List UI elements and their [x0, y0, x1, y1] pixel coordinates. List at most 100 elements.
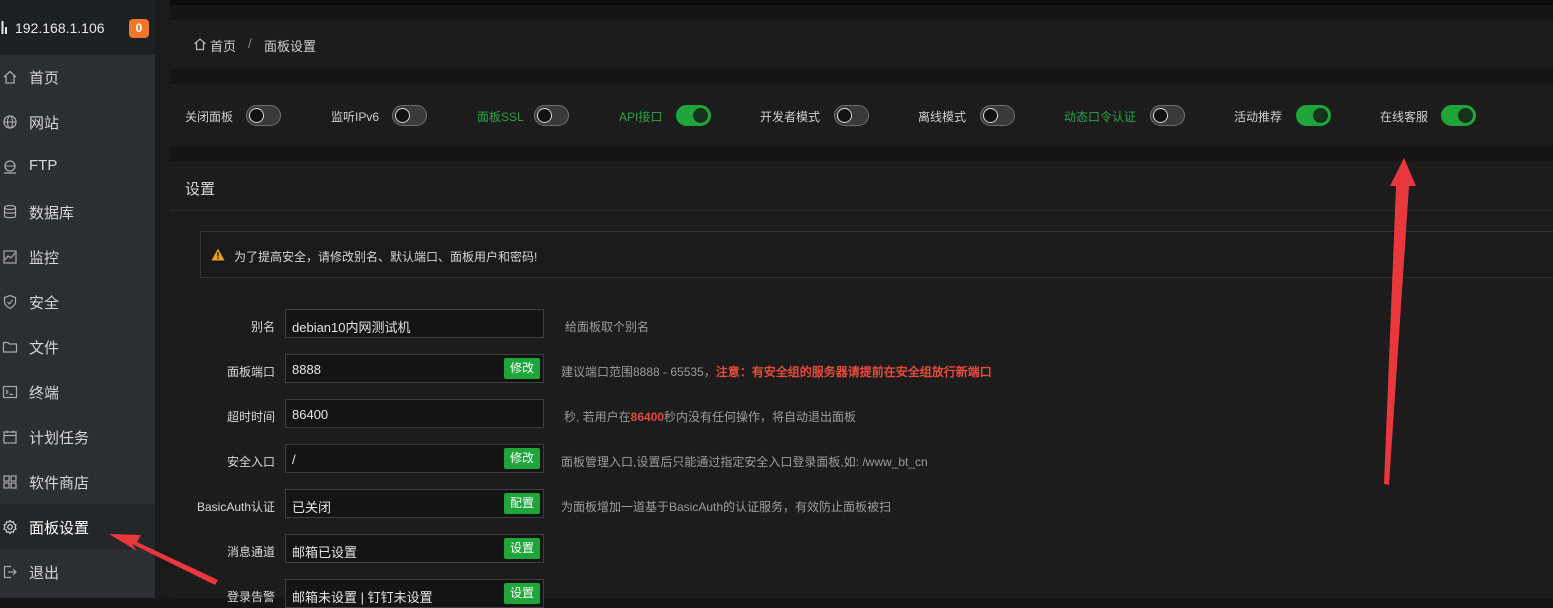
timeout-hint-post: 秒内没有任何操作，将自动退出面板: [664, 410, 857, 424]
message-channel-value: 邮箱已设置: [292, 545, 358, 560]
port-field[interactable]: 8888 修改: [285, 354, 544, 383]
port-modify-button[interactable]: 修改: [503, 358, 540, 379]
gear-icon: [3, 519, 17, 535]
server-bars-icon: [1, 21, 7, 34]
switch-label-online-support: 在线客服: [1380, 110, 1429, 124]
sidebar-item-label: 网站: [29, 115, 60, 132]
switch-label-api[interactable]: API接口: [619, 108, 662, 125]
toggle-dev-mode[interactable]: [834, 105, 869, 126]
switch-label-ipv6: 监听IPv6: [331, 110, 380, 124]
toggle-close-panel[interactable]: [246, 105, 281, 126]
login-alert-field[interactable]: 邮箱未设置 | 钉钉未设置 设置: [285, 579, 544, 608]
alert-message: 为了提高安全，请修改别名、默认端口、面板用户和密码!: [234, 250, 538, 264]
switch-label-dev-mode: 开发者模式: [760, 110, 821, 124]
sidebar-item-store[interactable]: 软件商店: [0, 459, 155, 504]
alias-value: debian10内网测试机: [292, 320, 411, 335]
sidebar-item-label: 数据库: [29, 205, 75, 222]
entry-hint: 面板管理入口,设置后只能通过指定安全入口登录面板,如: /www_bt_cn: [561, 455, 928, 469]
ftp-icon: [4, 160, 16, 174]
switch-label-ssl[interactable]: 面板SSL: [477, 108, 524, 125]
sidebar-item-label: 首页: [29, 70, 60, 87]
sidebar-item-label: 安全: [29, 295, 60, 312]
timeout-hint-pre: 秒, 若用户在: [564, 410, 631, 424]
sidebar-item-files[interactable]: 文件: [0, 324, 155, 369]
switch-label-offline: 离线模式: [918, 110, 967, 124]
basicauth-field[interactable]: 已关闭 配置: [285, 489, 544, 518]
switch-label-2fa[interactable]: 动态口令认证: [1064, 108, 1136, 125]
toggle-ipv6[interactable]: [392, 105, 427, 126]
port-hint-text: 建议端口范围8888 - 65535，: [561, 365, 716, 379]
breadcrumb-current: 面板设置: [264, 39, 317, 54]
sidebar-item-security[interactable]: 安全: [0, 279, 155, 324]
folder-icon: [2, 341, 18, 353]
timeout-value: 86400: [292, 407, 329, 422]
sidebar-item-label: 监控: [29, 250, 60, 267]
port-value: 8888: [292, 362, 321, 377]
database-icon: [3, 204, 17, 219]
breadcrumb: 首页 / 面板设置: [170, 20, 1553, 69]
sidebar-item-terminal[interactable]: 终端: [0, 369, 155, 414]
timeout-label: 超时时间: [226, 410, 275, 424]
home-icon: [3, 70, 17, 84]
entry-modify-button[interactable]: 修改: [503, 448, 540, 469]
sidebar-item-label: 计划任务: [29, 430, 90, 447]
toggle-api[interactable]: [676, 105, 711, 126]
logout-icon: [3, 565, 17, 579]
login-alert-label: 登录告警: [226, 590, 275, 604]
sidebar-item-cron[interactable]: 计划任务: [0, 414, 155, 459]
timeout-hint-value: 86400: [630, 410, 665, 424]
breadcrumb-separator: /: [248, 36, 252, 51]
divider: [170, 210, 1553, 211]
timeout-field[interactable]: 86400: [285, 399, 544, 428]
sidebar-item-label: 终端: [29, 385, 60, 402]
settings-title: 设置: [185, 181, 216, 198]
breadcrumb-home-link[interactable]: 首页: [210, 36, 236, 55]
globe-icon: [3, 115, 17, 129]
settings-panel: 设置 为了提高安全，请修改别名、默认端口、面板用户和密码! 别名 debian1…: [170, 161, 1553, 608]
entry-label: 安全入口: [226, 455, 275, 469]
alias-label: 别名: [250, 320, 275, 334]
toggle-ssl[interactable]: [534, 105, 569, 126]
terminal-icon: [2, 385, 18, 399]
sidebar-item-label: 面板设置: [29, 520, 90, 537]
sidebar-gutter: [155, 0, 170, 598]
sidebar-item-website[interactable]: 网站: [0, 99, 155, 144]
sidebar-item-home[interactable]: 首页: [0, 54, 155, 99]
entry-value: /: [292, 452, 296, 467]
monitor-icon: [3, 250, 17, 264]
home-icon[interactable]: [193, 37, 207, 51]
security-alert: 为了提高安全，请修改别名、默认端口、面板用户和密码!: [200, 231, 1553, 278]
toggle-2fa[interactable]: [1150, 105, 1185, 126]
toggle-offline[interactable]: [980, 105, 1015, 126]
sidebar-item-label: 软件商店: [29, 475, 90, 492]
port-hint: 建议端口范围8888 - 65535，注意：有安全组的服务器请提前在安全组放行新…: [561, 363, 992, 380]
sidebar-item-label: 文件: [29, 340, 60, 357]
message-channel-label: 消息通道: [226, 545, 275, 559]
sidebar-item-database[interactable]: 数据库: [0, 189, 155, 234]
server-header[interactable]: 192.168.1.106 0: [0, 0, 155, 55]
notification-badge[interactable]: 0: [129, 19, 149, 38]
top-strip: [170, 0, 1553, 5]
toggle-promotion[interactable]: [1296, 105, 1331, 126]
alias-field[interactable]: debian10内网测试机: [285, 309, 544, 338]
sidebar-item-monitor[interactable]: 监控: [0, 234, 155, 279]
switch-label-promotion: 活动推荐: [1234, 110, 1283, 124]
sidebar: 192.168.1.106 0 首页 网站 FTP 数据库 监控 安全 文件 终…: [0, 0, 155, 598]
basicauth-label: BasicAuth认证: [196, 500, 275, 514]
toggle-online-support[interactable]: [1441, 105, 1476, 126]
message-channel-setup-button[interactable]: 设置: [503, 538, 540, 559]
entry-field[interactable]: / 修改: [285, 444, 544, 473]
sidebar-item-ftp[interactable]: FTP: [0, 144, 155, 189]
basicauth-value: 已关闭: [292, 500, 332, 515]
warning-icon: [211, 248, 225, 261]
message-channel-field[interactable]: 邮箱已设置 设置: [285, 534, 544, 563]
sidebar-item-logout[interactable]: 退出: [0, 549, 155, 594]
switch-bar: 关闭面板 监听IPv6 面板SSL API接口 开发者模式 离线模式 动态口令认…: [170, 84, 1553, 146]
basicauth-hint: 为面板增加一道基于BasicAuth的认证服务，有效防止面板被扫: [561, 500, 892, 514]
login-alert-value: 邮箱未设置 | 钉钉未设置: [292, 590, 433, 605]
sidebar-item-panel-settings[interactable]: 面板设置: [0, 504, 155, 549]
login-alert-setup-button[interactable]: 设置: [503, 583, 540, 604]
basicauth-config-button[interactable]: 配置: [503, 493, 540, 514]
timeout-hint: 秒, 若用户在86400秒内没有任何操作，将自动退出面板: [564, 408, 856, 425]
server-ip: 192.168.1.106: [15, 20, 105, 36]
